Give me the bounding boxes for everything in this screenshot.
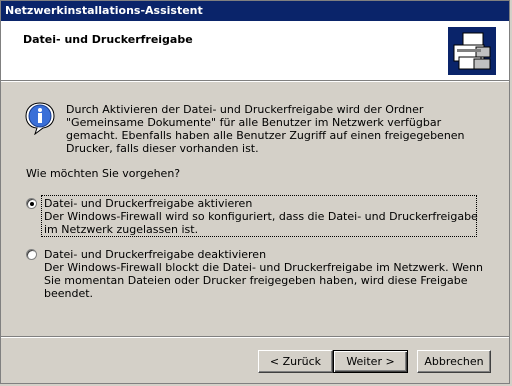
network-printer-icon [448, 27, 496, 75]
info-text: Durch Aktivieren der Datei- und Druckerf… [66, 103, 465, 155]
title-bar: Netzwerkinstallations-Assistent [1, 1, 509, 21]
header-separator [1, 80, 509, 82]
window-title: Netzwerkinstallations-Assistent [5, 4, 203, 17]
option-enable-label[interactable]: Datei- und Druckerfreigabe aktivieren [44, 197, 494, 210]
radio-disable[interactable] [26, 249, 37, 260]
option-disable-label[interactable]: Datei- und Druckerfreigabe deaktivieren [44, 248, 494, 261]
option-enable-description: Der Windows-Firewall wird so konfigurier… [44, 210, 478, 236]
info-icon [23, 101, 57, 136]
next-button[interactable]: Weiter > [333, 350, 408, 373]
option-disable-description: Der Windows-Firewall blockt die Datei- u… [44, 261, 484, 300]
back-button[interactable]: < Zurück [258, 350, 333, 373]
radio-enable[interactable] [26, 198, 37, 209]
page-title: Datei- und Druckerfreigabe [23, 33, 193, 46]
question-label: Wie möchten Sie vorgehen? [26, 167, 181, 180]
footer-separator [1, 336, 509, 338]
cancel-button[interactable]: Abbrechen [417, 350, 491, 373]
wizard-header: Datei- und Druckerfreigabe [1, 21, 509, 80]
wizard-window: Netzwerkinstallations-Assistent Datei- u… [0, 0, 510, 384]
